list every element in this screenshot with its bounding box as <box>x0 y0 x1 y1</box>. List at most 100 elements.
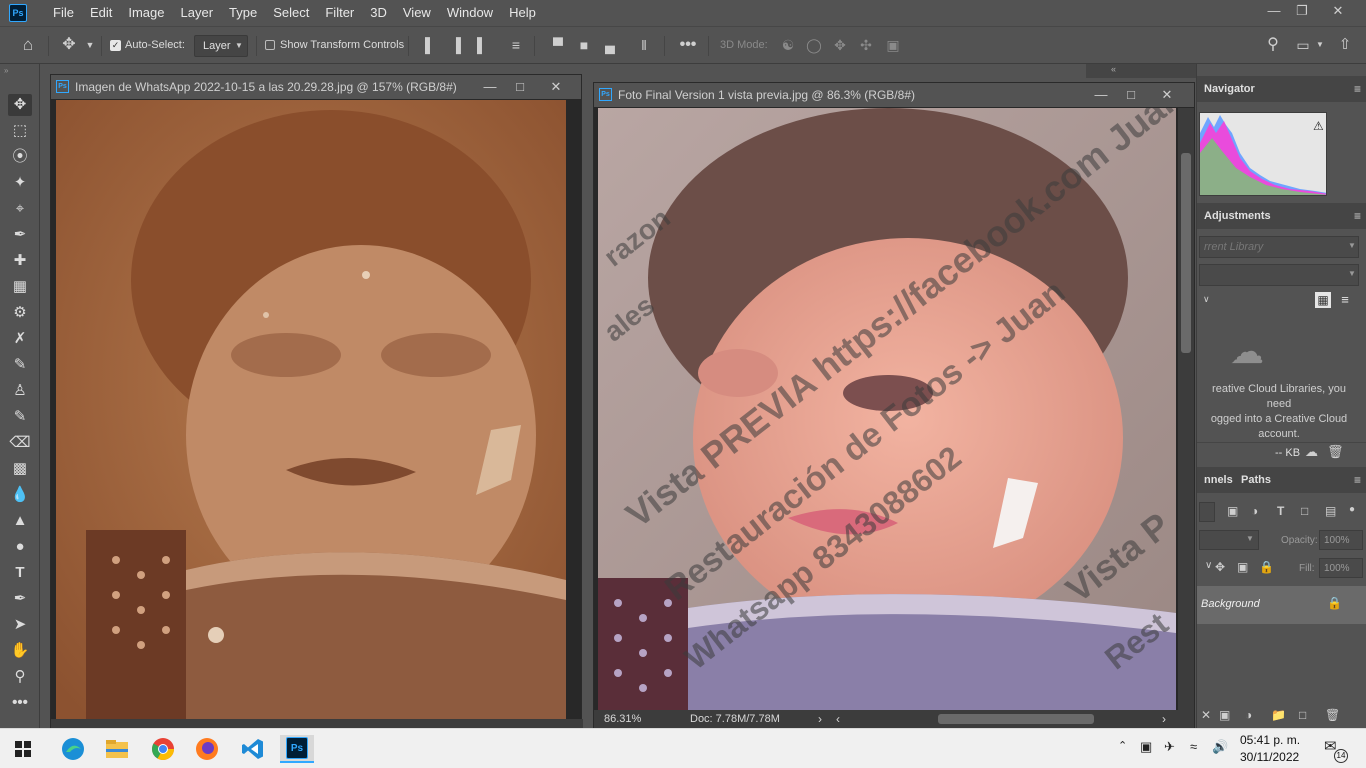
close-icon[interactable]: ✕ <box>541 75 571 99</box>
align-center-icon[interactable]: ▐ <box>446 35 466 55</box>
lock-transparent-icon[interactable]: ∨ <box>1205 560 1212 571</box>
history-brush-tool-icon[interactable]: ✎ <box>8 406 32 428</box>
vscode-icon[interactable] <box>236 735 270 763</box>
restored-photo[interactable]: Vista PREVIA https://facebook.com Juan R… <box>598 108 1176 711</box>
close-icon[interactable]: ✕ <box>1320 0 1356 22</box>
library-dropdown[interactable]: rrent Library ▼ <box>1199 236 1359 258</box>
scroll-left-icon[interactable]: ‹ <box>836 710 840 728</box>
menu-select[interactable]: Select <box>265 0 317 26</box>
share-icon[interactable]: ⇧ <box>1334 35 1356 55</box>
input-indicator-icon[interactable]: ✈ <box>1164 739 1175 755</box>
zoom-level[interactable]: 86.31% <box>604 710 641 728</box>
type-tool-icon[interactable]: T <box>8 562 32 584</box>
move-tool-icon[interactable]: ✥ <box>8 94 32 116</box>
document-window-restored[interactable]: Ps Foto Final Version 1 vista previa.jpg… <box>593 82 1195 728</box>
navigator-panel-header[interactable]: Navigator ≡ <box>1197 76 1366 102</box>
panel-menu-icon[interactable]: ≡ <box>1354 76 1361 102</box>
gradient-tool-icon[interactable]: ▩ <box>8 458 32 480</box>
menu-filter[interactable]: Filter <box>317 0 362 26</box>
layer-row-background[interactable]: Background 🔒 <box>1197 586 1366 624</box>
paths-tab[interactable]: Paths <box>1241 467 1271 493</box>
menu-edit[interactable]: Edit <box>82 0 120 26</box>
maximize-icon[interactable]: □ <box>1116 83 1146 107</box>
3d-orbit-icon[interactable]: ☯ <box>778 35 798 55</box>
list-view-icon[interactable]: ≡ <box>1337 292 1353 308</box>
quick-select-tool-icon[interactable]: ✦ <box>8 172 32 194</box>
channels-paths-panel-header[interactable]: nnels Paths ≡ <box>1197 467 1366 493</box>
home-icon[interactable]: ⌂ <box>16 35 40 55</box>
panel-menu-icon[interactable]: ≡ <box>1354 203 1361 229</box>
align-top-icon[interactable]: ▀ <box>548 35 568 55</box>
lock-position-icon[interactable]: ✥ <box>1215 560 1225 574</box>
chevron-right-icon[interactable]: › <box>818 710 822 728</box>
lock-all-icon[interactable]: 🔒 <box>1259 560 1274 574</box>
type-filter-icon[interactable]: T <box>1277 504 1284 518</box>
transform-controls-checkbox[interactable] <box>265 40 275 50</box>
menu-type[interactable]: Type <box>221 0 265 26</box>
marquee-tool-icon[interactable]: ⬚ <box>8 120 32 142</box>
restore-icon[interactable]: ❐ <box>1284 0 1320 22</box>
blur-tool-icon[interactable]: 💧 <box>8 484 32 506</box>
lasso-tool-icon[interactable]: ⦿ <box>8 146 32 168</box>
new-layer-icon[interactable]: □ <box>1299 708 1306 722</box>
image-filter-icon[interactable]: ▣ <box>1227 504 1238 518</box>
shape-filter-icon[interactable]: □ <box>1301 504 1308 518</box>
3d-scale-icon[interactable]: ▣ <box>882 35 904 55</box>
distribute-vertical-icon[interactable]: ‖ <box>634 35 654 55</box>
menu-file[interactable]: File <box>45 0 82 26</box>
adjustments-panel-header[interactable]: Adjustments ≡ <box>1197 203 1366 229</box>
filter-toggle-icon[interactable]: ● <box>1349 504 1355 515</box>
horizontal-scrollbar-thumb[interactable] <box>938 714 1094 724</box>
opacity-input[interactable]: 100% <box>1319 530 1363 550</box>
zoom-tool-icon[interactable]: ⚲ <box>8 666 32 688</box>
more-tools-icon[interactable]: ••• <box>8 692 32 714</box>
eraser-tool-icon[interactable]: ⌫ <box>8 432 32 454</box>
paint-brush-icon[interactable]: ✎ <box>8 354 32 376</box>
3d-slide-icon[interactable]: ✣ <box>856 35 876 55</box>
menu-layer[interactable]: Layer <box>173 0 222 26</box>
clock-date[interactable]: 30/11/2022 <box>1240 750 1299 764</box>
adjustment-layer-icon[interactable]: ◑ <box>1245 708 1252 722</box>
align-bottom-icon[interactable]: ▄ <box>600 35 620 55</box>
minimize-icon[interactable]: — <box>475 75 505 99</box>
layer-mask-icon[interactable]: ▣ <box>1219 708 1230 722</box>
eyedropper-tool-icon[interactable]: ✒ <box>8 224 32 246</box>
dodge-tool-icon[interactable]: ● <box>8 536 32 558</box>
patch-tool-icon[interactable]: ▦ <box>8 276 32 298</box>
menu-help[interactable]: Help <box>501 0 544 26</box>
navigator-tab[interactable]: Navigator <box>1204 83 1255 95</box>
chrome-icon[interactable] <box>146 735 180 763</box>
grid-view-icon[interactable]: ▦ <box>1315 292 1331 308</box>
windows-start-icon[interactable] <box>6 735 40 763</box>
minimize-icon[interactable]: — <box>1086 83 1116 107</box>
photoshop-taskbar-icon[interactable]: Ps <box>280 735 314 763</box>
menu-3d[interactable]: 3D <box>362 0 395 26</box>
brush-tool-icon[interactable]: ✗ <box>8 328 32 350</box>
original-photo[interactable] <box>56 100 566 725</box>
menu-view[interactable]: View <box>395 0 439 26</box>
hand-tool-icon[interactable]: ✋ <box>8 640 32 662</box>
scrollbar-thumb[interactable] <box>1181 153 1191 353</box>
chevron-down-icon[interactable]: ∨ <box>1203 294 1210 305</box>
adjustment-filter-icon[interactable]: ◑ <box>1251 504 1258 518</box>
cloud-sync-icon[interactable]: ☁ <box>1305 444 1318 460</box>
adjustments-tab[interactable]: Adjustments <box>1204 210 1271 222</box>
document-window-original[interactable]: Ps Imagen de WhatsApp 2022-10-15 a las 2… <box>50 74 583 737</box>
align-right-icon[interactable]: ▌ <box>472 35 492 55</box>
meet-now-icon[interactable]: ▣ <box>1140 739 1152 755</box>
panel-menu-icon[interactable]: ≡ <box>1354 467 1361 493</box>
pen-tool-icon[interactable]: ✒ <box>8 588 32 610</box>
expand-panels-icon[interactable]: « <box>1111 64 1116 74</box>
healing-brush-tool-icon[interactable]: ✚ <box>8 250 32 272</box>
distribute-icon[interactable]: ≡ <box>506 35 526 55</box>
maximize-icon[interactable]: □ <box>505 75 535 99</box>
3d-roll-icon[interactable]: ◯ <box>804 35 824 55</box>
close-icon[interactable]: ✕ <box>1152 83 1182 107</box>
clone-stamp-tool-icon[interactable]: ♙ <box>8 380 32 402</box>
file-explorer-icon[interactable] <box>100 735 134 763</box>
link-layers-icon[interactable]: ✕ <box>1201 708 1211 722</box>
3d-pan-icon[interactable]: ✥ <box>830 35 850 55</box>
path-selection-tool-icon[interactable]: ➤ <box>8 614 32 636</box>
crop-tool-icon[interactable]: ⌖ <box>8 198 32 220</box>
chevron-down-icon[interactable]: ▼ <box>1314 35 1326 55</box>
